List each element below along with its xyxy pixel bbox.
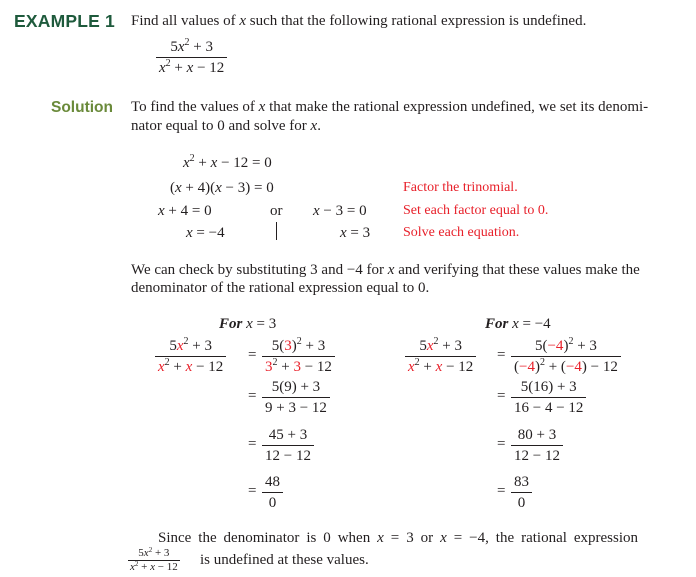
step-1-equation: x2 + x − 12 = 0	[183, 153, 272, 172]
lhs-denominator: x2 + x − 12	[158, 357, 224, 376]
check-neg4-row1: 5(−4)2 + 3 (−4)2 + (−4) − 12	[511, 337, 621, 376]
solution-intro-line1: To find the values of x that make the ra…	[131, 99, 648, 116]
check-x3-row4: 48 0	[262, 473, 283, 512]
example-label: EXAMPLE 1	[14, 11, 115, 31]
row-denominator: 0	[268, 495, 277, 511]
row-denominator: 0	[517, 495, 526, 511]
equals-sign: =	[248, 436, 257, 452]
fraction-bar	[262, 492, 283, 493]
conclusion-line2: is undefined at these values.	[200, 552, 369, 568]
row-numerator: 45 + 3	[268, 427, 308, 443]
check-neg4-row2: 5(16) + 3 16 − 4 − 12	[511, 378, 587, 417]
step-4-note: Solve each equation.	[403, 225, 520, 240]
row-denominator: 32 + 3 − 12	[265, 357, 332, 376]
step-3-left: x + 4 = 0	[158, 203, 212, 219]
row-numerator: 5(−4)2 + 3	[534, 336, 597, 355]
expression-denominator: x2 + x − 12	[130, 560, 178, 573]
step-2-note: Factor the trinomial.	[403, 180, 518, 195]
row-numerator: 5(9) + 3	[271, 379, 321, 395]
fraction-bar	[511, 356, 621, 357]
equals-sign: =	[497, 436, 506, 452]
row-denominator: 9 + 3 − 12	[265, 400, 327, 416]
expression-numerator: 5x2 + 3	[138, 546, 170, 559]
row-denominator: 12 − 12	[265, 448, 311, 464]
expression-denominator: x2 + x − 12	[159, 58, 225, 77]
check-paragraph-line2: denominator of the rational expression e…	[131, 280, 430, 296]
step-3-connector: or	[270, 203, 283, 219]
row-denominator: (−4)2 + (−4) − 12	[514, 357, 618, 376]
intro-text: To find the values of	[131, 99, 259, 115]
solution-label: Solution	[51, 99, 113, 116]
check-title-x3: For x = 3	[219, 316, 277, 332]
equals-sign: =	[497, 347, 506, 363]
equals-sign: =	[248, 388, 257, 404]
example-prompt: Find all values of x such that the follo…	[131, 13, 586, 30]
lhs-numerator: 5x2 + 3	[419, 336, 462, 355]
intro-text: nator equal to 0 and solve for	[131, 118, 311, 134]
row-numerator: 80 + 3	[517, 427, 557, 443]
check-x3-row3: 45 + 3 12 − 12	[262, 426, 314, 465]
expression-numerator: 5x2 + 3	[170, 37, 213, 56]
fraction-bar	[511, 492, 532, 493]
step-3-right: x − 3 = 0	[313, 203, 367, 219]
prompt-variable: x	[239, 13, 246, 29]
fraction-bar	[262, 445, 314, 446]
prompt-text-pre: Find all values of	[131, 13, 240, 29]
step-3-note: Set each factor equal to 0.	[403, 203, 549, 218]
equals-sign: =	[248, 483, 257, 499]
fraction-bar	[262, 397, 330, 398]
fraction-bar	[511, 445, 563, 446]
row-numerator: 5(3)2 + 3	[271, 336, 326, 355]
row-denominator: 12 − 12	[514, 448, 560, 464]
check-neg4-row3: 80 + 3 12 − 12	[511, 426, 563, 465]
step-2-equation: (x + 4)(x − 3) = 0	[170, 180, 274, 196]
step-4-left: x = −4	[186, 225, 225, 241]
check-paragraph-line1: We can check by substituting 3 and −4 fo…	[131, 262, 640, 278]
step-4-right: x = 3	[340, 225, 371, 241]
check-x3-row1: 5(3)2 + 3 32 + 3 − 12	[262, 337, 335, 376]
conclusion-expression: 5x2 + 3 x2 + x − 12	[128, 546, 180, 573]
example-expression: 5x2 + 3 x2 + x − 12	[156, 37, 228, 77]
separator-line	[276, 222, 277, 240]
conclusion-line1: Since the denominator is 0 when x = 3 or…	[158, 530, 638, 546]
row-numerator: 5(16) + 3	[520, 379, 577, 395]
equals-sign: =	[497, 483, 506, 499]
row-numerator: 48	[265, 474, 280, 490]
equals-sign: =	[248, 347, 257, 363]
fraction-bar	[511, 397, 587, 398]
check-title-x-neg4: For x = −4	[485, 316, 551, 332]
intro-text: that make the rational expression undefi…	[265, 99, 649, 115]
lhs-denominator: x2 + x − 12	[408, 357, 474, 376]
check-neg4-row4: 83 0	[511, 473, 532, 512]
solution-intro-line2: nator equal to 0 and solve for x.	[131, 118, 321, 135]
intro-text: .	[317, 118, 321, 134]
lhs-numerator: 5x2 + 3	[169, 336, 212, 355]
check-x3-lhs: 5x2 + 3 x2 + x − 12	[155, 336, 227, 376]
check-x3-row2: 5(9) + 3 9 + 3 − 12	[262, 378, 330, 417]
check-neg4-lhs: 5x2 + 3 x2 + x − 12	[405, 336, 477, 376]
prompt-text-post: such that the following rational express…	[246, 13, 587, 29]
row-numerator: 83	[514, 474, 529, 490]
row-denominator: 16 − 4 − 12	[514, 400, 584, 416]
equals-sign: =	[497, 388, 506, 404]
